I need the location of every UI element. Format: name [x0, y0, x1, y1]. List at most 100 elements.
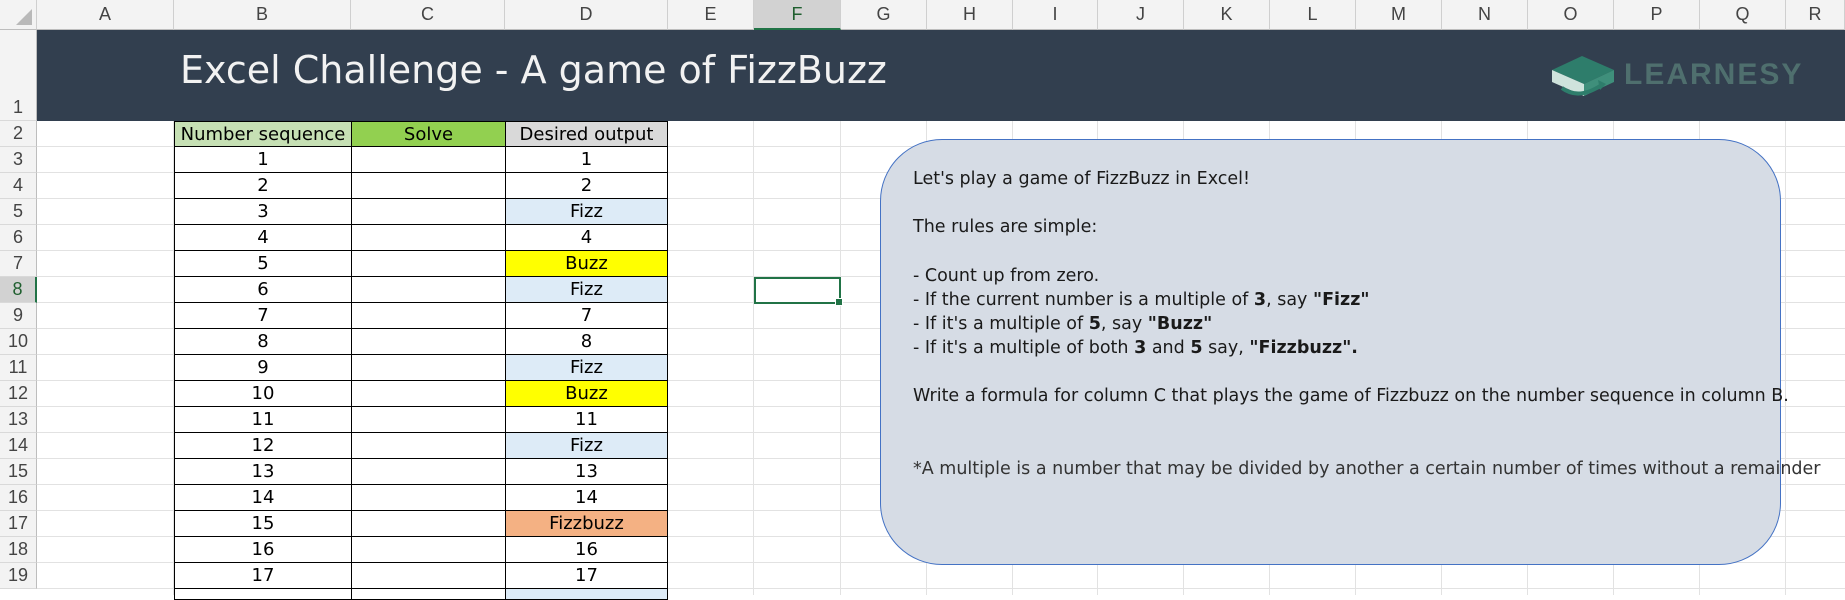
- row-header-8[interactable]: 8: [0, 277, 37, 303]
- table-cell-desired-output[interactable]: 7: [505, 303, 668, 329]
- column-header-G[interactable]: G: [841, 0, 927, 30]
- row-header-11[interactable]: 11: [0, 355, 37, 381]
- column-header-K[interactable]: K: [1184, 0, 1270, 30]
- table-cell-desired-output[interactable]: 13: [505, 459, 668, 485]
- table-cell-solve[interactable]: [351, 563, 505, 589]
- table-cell-number[interactable]: 11: [174, 407, 351, 433]
- row-header-7[interactable]: 7: [0, 251, 37, 277]
- table-cell-desired-output[interactable]: 16: [505, 537, 668, 563]
- row-header-2[interactable]: 2: [0, 121, 37, 147]
- table-cell-number[interactable]: 15: [174, 511, 351, 537]
- book-icon: [1552, 56, 1614, 96]
- row-header-3[interactable]: 3: [0, 147, 37, 173]
- row-header-14[interactable]: 14: [0, 433, 37, 459]
- intro-text: Let's play a game of FizzBuzz in Excel!: [913, 169, 1251, 189]
- row-header-5[interactable]: 5: [0, 199, 37, 225]
- column-header-D[interactable]: D: [505, 0, 668, 30]
- column-header-P[interactable]: P: [1614, 0, 1700, 30]
- row-header-10[interactable]: 10: [0, 329, 37, 355]
- column-header-Q[interactable]: Q: [1700, 0, 1786, 30]
- row-header-19[interactable]: 19: [0, 563, 37, 589]
- table-cell-solve[interactable]: [351, 225, 505, 251]
- table-cell-solve[interactable]: [351, 173, 505, 199]
- row-header-9[interactable]: 9: [0, 303, 37, 329]
- row-header-6[interactable]: 6: [0, 225, 37, 251]
- instructions-shape[interactable]: Let's play a game of FizzBuzz in Excel! …: [880, 139, 1820, 565]
- table-cell-number[interactable]: 10: [174, 381, 351, 407]
- table-cell-desired-output[interactable]: 17: [505, 563, 668, 589]
- table-cell-number[interactable]: 9: [174, 355, 351, 381]
- active-cell-F8[interactable]: [754, 277, 843, 306]
- table-cell-number[interactable]: 7: [174, 303, 351, 329]
- row-header-4[interactable]: 4: [0, 173, 37, 199]
- row-header-18[interactable]: 18: [0, 537, 37, 563]
- table-cell-solve[interactable]: [351, 459, 505, 485]
- table-cell-desired-output[interactable]: Fizzbuzz: [505, 511, 668, 537]
- column-header-M[interactable]: M: [1356, 0, 1442, 30]
- table-cell-solve[interactable]: [351, 511, 505, 537]
- table-cell-solve[interactable]: [351, 407, 505, 433]
- table-cell-solve[interactable]: [351, 485, 505, 511]
- table-cell-desired-output[interactable]: 14: [505, 485, 668, 511]
- table-header-number-sequence[interactable]: Number sequence: [174, 121, 351, 147]
- table-cell-number[interactable]: 12: [174, 433, 351, 459]
- column-header-O[interactable]: O: [1528, 0, 1614, 30]
- table-cell-number[interactable]: 6: [174, 277, 351, 303]
- table-cell-number[interactable]: 17: [174, 563, 351, 589]
- table-cell-desired-output[interactable]: 1: [505, 147, 668, 173]
- table-cell-desired-output[interactable]: Buzz: [505, 251, 668, 277]
- table-cell-solve[interactable]: [351, 277, 505, 303]
- column-header-A[interactable]: A: [37, 0, 174, 30]
- table-cell-solve[interactable]: [351, 199, 505, 225]
- table-header-desired-output[interactable]: Desired output: [505, 121, 668, 147]
- column-header-L[interactable]: L: [1270, 0, 1356, 30]
- table-cell-desired-output[interactable]: Fizz: [505, 199, 668, 225]
- column-header-J[interactable]: J: [1098, 0, 1184, 30]
- rule-3: - If it's a multiple of 5, say "Buzz": [913, 314, 1213, 334]
- rules-intro-text: The rules are simple:: [913, 217, 1098, 237]
- table-cell-desired-output[interactable]: Fizz: [505, 277, 668, 303]
- column-header-C[interactable]: C: [351, 0, 505, 30]
- table-cell-solve[interactable]: [351, 537, 505, 563]
- column-header-I[interactable]: I: [1013, 0, 1098, 30]
- table-cell-desired-output[interactable]: 4: [505, 225, 668, 251]
- column-header-N[interactable]: N: [1442, 0, 1528, 30]
- table-header-solve[interactable]: Solve: [351, 121, 505, 147]
- column-header-H[interactable]: H: [927, 0, 1013, 30]
- table-cell-desired-output[interactable]: Buzz: [505, 381, 668, 407]
- row-header-12[interactable]: 12: [0, 381, 37, 407]
- table-cell-number[interactable]: 8: [174, 329, 351, 355]
- column-header-F[interactable]: F: [754, 0, 841, 30]
- table-cell-solve[interactable]: [351, 381, 505, 407]
- table-cell-number[interactable]: 14: [174, 485, 351, 511]
- table-cell-solve[interactable]: [351, 433, 505, 459]
- table-cell-number[interactable]: 13: [174, 459, 351, 485]
- column-header-E[interactable]: E: [668, 0, 754, 30]
- row-header-16[interactable]: 16: [0, 485, 37, 511]
- table-cell-number[interactable]: 1: [174, 147, 351, 173]
- table-cell-number[interactable]: 5: [174, 251, 351, 277]
- table-cell-desired-output[interactable]: Fizz: [505, 433, 668, 459]
- row-header-17[interactable]: 17: [0, 511, 37, 537]
- table-cell-solve[interactable]: [351, 147, 505, 173]
- table-cell-number[interactable]: 4: [174, 225, 351, 251]
- table-cell-desired-output[interactable]: 8: [505, 329, 668, 355]
- rule-4: - If it's a multiple of both 3 and 5 say…: [913, 338, 1358, 358]
- table-cell-desired-output[interactable]: 2: [505, 173, 668, 199]
- row-header-1[interactable]: 1: [0, 30, 37, 121]
- footnote-text: *A multiple is a number that may be divi…: [913, 459, 1821, 479]
- column-header-B[interactable]: B: [174, 0, 351, 30]
- select-all-corner[interactable]: [0, 0, 37, 30]
- row-header-13[interactable]: 13: [0, 407, 37, 433]
- table-cell-solve[interactable]: [351, 251, 505, 277]
- table-cell-number[interactable]: 16: [174, 537, 351, 563]
- table-cell-number[interactable]: 3: [174, 199, 351, 225]
- table-cell-desired-output[interactable]: Fizz: [505, 355, 668, 381]
- table-cell-solve[interactable]: [351, 329, 505, 355]
- table-cell-solve[interactable]: [351, 303, 505, 329]
- table-cell-desired-output[interactable]: 11: [505, 407, 668, 433]
- table-cell-number[interactable]: 2: [174, 173, 351, 199]
- row-header-15[interactable]: 15: [0, 459, 37, 485]
- table-cell-solve[interactable]: [351, 355, 505, 381]
- column-header-R[interactable]: R: [1786, 0, 1845, 30]
